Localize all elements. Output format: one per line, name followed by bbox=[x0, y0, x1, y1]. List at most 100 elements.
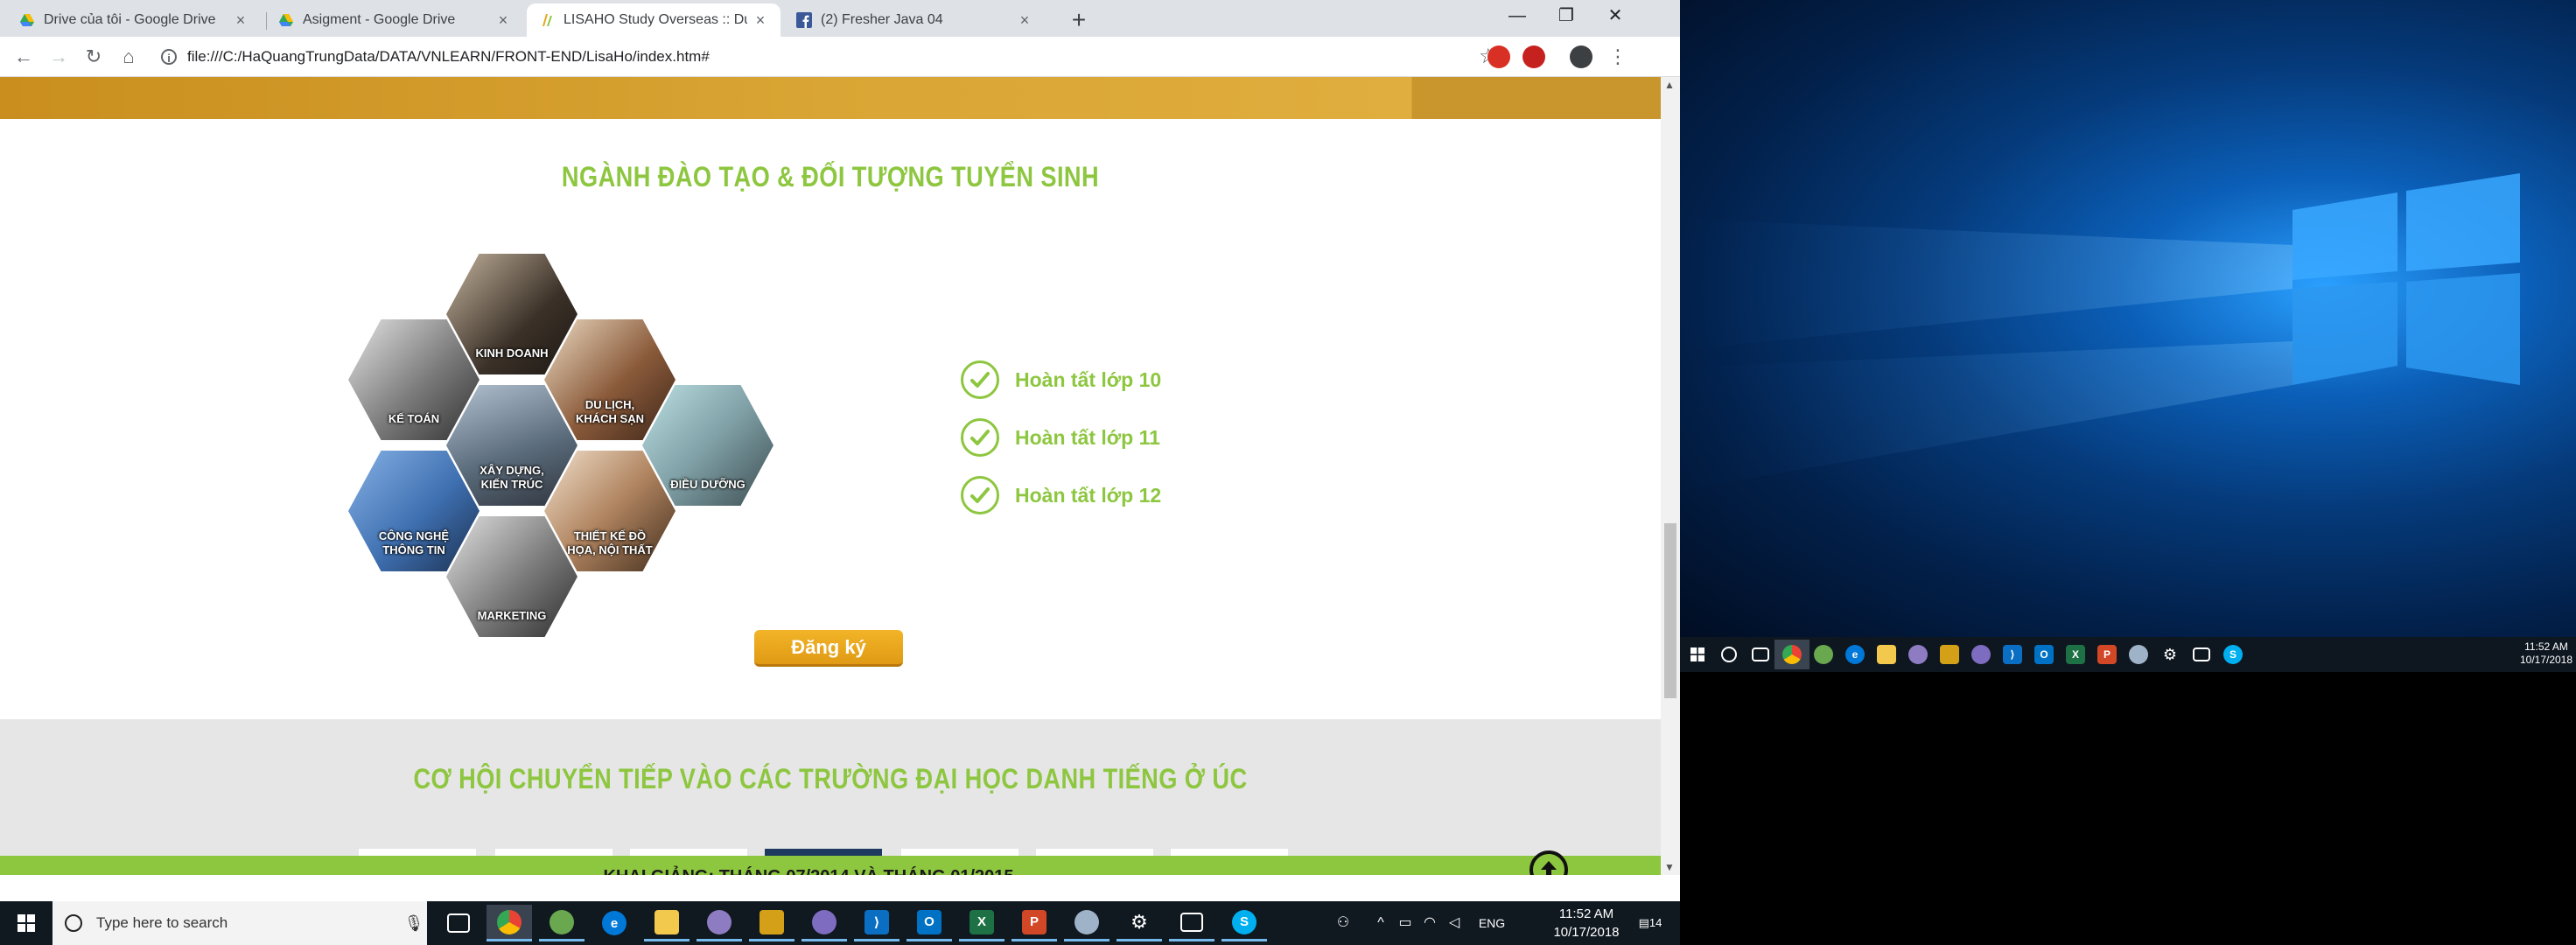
edge-taskbar-icon[interactable]: e bbox=[592, 905, 637, 942]
app-taskbar-icon[interactable] bbox=[1806, 640, 1841, 669]
google-drive-icon bbox=[279, 14, 293, 26]
page-scrollbar[interactable]: ▲ ▼ bbox=[1661, 77, 1680, 875]
app-taskbar-icon[interactable] bbox=[2121, 640, 2156, 669]
hex-label: MARKETING bbox=[477, 609, 547, 622]
app-taskbar-icon[interactable] bbox=[802, 905, 847, 942]
home-icon[interactable]: ⌂ bbox=[116, 44, 142, 70]
hex-label: XÂY DỰNG, KIẾN TRÚC bbox=[480, 464, 544, 491]
edge-taskbar-icon[interactable]: e bbox=[1838, 640, 1872, 669]
taskbar-search-box[interactable]: Type here to search 🎙 bbox=[52, 901, 427, 945]
tab-drive-cua-toi[interactable]: Drive của tôi - Google Drive × bbox=[7, 4, 261, 37]
chrome-taskbar-icon[interactable] bbox=[1774, 640, 1810, 669]
start-button[interactable] bbox=[0, 901, 52, 945]
file-explorer-icon[interactable] bbox=[1869, 640, 1904, 669]
second-taskbar-clock[interactable]: 11:52 AM 10/17/2018 bbox=[2516, 640, 2576, 667]
app-taskbar-icon[interactable] bbox=[1064, 905, 1110, 942]
chrome-taskbar-icon[interactable] bbox=[486, 905, 532, 942]
forward-arrow-icon[interactable]: → bbox=[46, 44, 72, 70]
microphone-icon[interactable]: 🎙 bbox=[401, 914, 427, 933]
close-icon[interactable]: × bbox=[1017, 11, 1032, 30]
reload-icon[interactable]: ↻ bbox=[80, 44, 107, 70]
excel-taskbar-icon[interactable]: X bbox=[959, 905, 1004, 942]
skype-taskbar-icon[interactable]: S bbox=[2216, 640, 2250, 669]
scroll-up-icon[interactable]: ▲ bbox=[1664, 79, 1675, 91]
hex-label: CÔNG NGHỆ THÔNG TIN bbox=[378, 529, 450, 556]
people-icon[interactable]: ⚇ bbox=[1330, 901, 1356, 945]
opening-date-text: KHAI GIẢNG: THÁNG 07/2014 VÀ THÁNG 01/20… bbox=[0, 856, 1617, 875]
info-icon[interactable]: i bbox=[161, 49, 177, 65]
settings-gear-icon[interactable]: ⚙ bbox=[2152, 640, 2188, 669]
chevron-up-icon[interactable]: ^ bbox=[1370, 901, 1391, 945]
tab-label: (2) Fresher Java 04 bbox=[821, 12, 943, 27]
clock-date: 10/17/2018 bbox=[1553, 925, 1620, 940]
taskbar-clock[interactable]: 11:52 AM 10/17/2018 bbox=[1547, 905, 1626, 942]
excel-taskbar-icon[interactable]: X bbox=[2058, 640, 2093, 669]
top-banner bbox=[0, 77, 1661, 119]
language-indicator[interactable]: ENG bbox=[1470, 901, 1514, 945]
search-placeholder: Type here to search bbox=[96, 914, 228, 931]
tab-asigment[interactable]: Asigment - Google Drive × bbox=[266, 4, 523, 37]
app-taskbar-icon[interactable] bbox=[1964, 640, 1998, 669]
skype-taskbar-icon[interactable]: S bbox=[1222, 905, 1267, 942]
register-button[interactable]: Đăng ký bbox=[754, 630, 903, 667]
desktop-wallpaper bbox=[1680, 0, 2576, 637]
window-taskbar-icon[interactable] bbox=[2184, 640, 2219, 669]
tab-lisaho[interactable]: LISAHO Study Overseas :: Du học × bbox=[527, 4, 780, 37]
cortana-circle-icon[interactable] bbox=[1712, 640, 1746, 669]
vscode-taskbar-icon[interactable]: ⟩ bbox=[1995, 640, 2030, 669]
address-bar[interactable]: i file:///C:/HaQuangTrungData/DATA/VNLEA… bbox=[154, 42, 1498, 72]
wifi-icon[interactable]: ◠ bbox=[1419, 901, 1440, 945]
notification-center-icon[interactable]: ▤14 bbox=[1633, 901, 1668, 945]
outlook-taskbar-icon[interactable]: O bbox=[2026, 640, 2062, 669]
settings-gear-icon[interactable]: ⚙ bbox=[1116, 905, 1162, 942]
outlook-taskbar-icon[interactable]: O bbox=[906, 905, 952, 942]
second-monitor: e ⟩ O X P ⚙ S 11:52 AM 10/17/2018 bbox=[1680, 0, 2576, 945]
tab-fresher-java[interactable]: (2) Fresher Java 04 × bbox=[784, 4, 1045, 37]
app-taskbar-icon[interactable] bbox=[1900, 640, 1936, 669]
restore-button[interactable]: ❐ bbox=[1542, 0, 1591, 32]
second-taskbar: e ⟩ O X P ⚙ S 11:52 AM 10/17/2018 bbox=[1680, 637, 2576, 672]
volume-icon[interactable]: ◁ bbox=[1444, 901, 1465, 945]
vscode-taskbar-icon[interactable]: ⟩ bbox=[854, 905, 900, 942]
check-circle-icon bbox=[961, 418, 999, 457]
powerpoint-taskbar-icon[interactable]: P bbox=[2090, 640, 2124, 669]
profile-avatar[interactable] bbox=[1570, 46, 1592, 68]
powerpoint-taskbar-icon[interactable]: P bbox=[1012, 905, 1057, 942]
tab-label: LISAHO Study Overseas :: Du học bbox=[564, 12, 747, 27]
app-taskbar-icon[interactable] bbox=[539, 905, 584, 942]
battery-icon[interactable]: ▭ bbox=[1395, 901, 1416, 945]
app-taskbar-icon[interactable] bbox=[749, 905, 794, 942]
tab-label: Drive của tôi - Google Drive bbox=[44, 12, 216, 27]
extension-icon[interactable] bbox=[1488, 46, 1510, 68]
requirement-label: Hoàn tất lớp 11 bbox=[1015, 425, 1160, 449]
scroll-down-icon[interactable]: ▼ bbox=[1664, 861, 1675, 873]
new-tab-button[interactable]: + bbox=[1066, 7, 1092, 33]
close-icon[interactable]: × bbox=[495, 11, 511, 30]
address-text: file:///C:/HaQuangTrungData/DATA/VNLEARN… bbox=[187, 48, 710, 65]
facebook-icon bbox=[796, 12, 812, 28]
task-view-icon[interactable] bbox=[1743, 640, 1778, 669]
close-icon[interactable]: × bbox=[233, 11, 248, 30]
adblock-extension-icon[interactable] bbox=[1522, 46, 1545, 68]
tab-strip: Drive của tôi - Google Drive × Asigment … bbox=[0, 0, 1680, 37]
check-circle-icon bbox=[961, 476, 999, 514]
scrollbar-thumb[interactable] bbox=[1664, 523, 1676, 698]
back-arrow-icon[interactable]: ← bbox=[10, 44, 37, 70]
task-view-icon[interactable] bbox=[436, 905, 481, 942]
requirement-item: Hoàn tất lớp 10 bbox=[961, 360, 1161, 399]
menu-dots-icon[interactable]: ⋮ bbox=[1605, 44, 1631, 70]
section-title-fields: NGÀNH ĐÀO TẠO & ĐỐI TƯỢNG TUYỂN SINH bbox=[561, 161, 1100, 192]
close-icon[interactable]: × bbox=[752, 11, 768, 30]
app-taskbar-icon[interactable] bbox=[1932, 640, 1967, 669]
file-explorer-icon[interactable] bbox=[644, 905, 690, 942]
window-taskbar-icon[interactable] bbox=[1169, 905, 1214, 942]
close-window-button[interactable]: ✕ bbox=[1591, 0, 1640, 32]
clock-date: 10/17/2018 bbox=[2519, 654, 2573, 666]
windows-logo-icon[interactable] bbox=[1680, 640, 1715, 669]
windows-taskbar: Type here to search 🎙 e ⟩ O X P ⚙ S ⚇ ^ … bbox=[0, 901, 1680, 945]
fields-hex-collage: KINH DOANH KẾ TOÁN DU LỊCH, KHÁCH SẠN XÂ… bbox=[348, 248, 838, 637]
app-taskbar-icon[interactable] bbox=[696, 905, 742, 942]
requirement-item: Hoàn tất lớp 12 bbox=[961, 476, 1161, 514]
minimize-button[interactable]: — bbox=[1493, 0, 1542, 32]
clock-time: 11:52 AM bbox=[2524, 640, 2568, 653]
